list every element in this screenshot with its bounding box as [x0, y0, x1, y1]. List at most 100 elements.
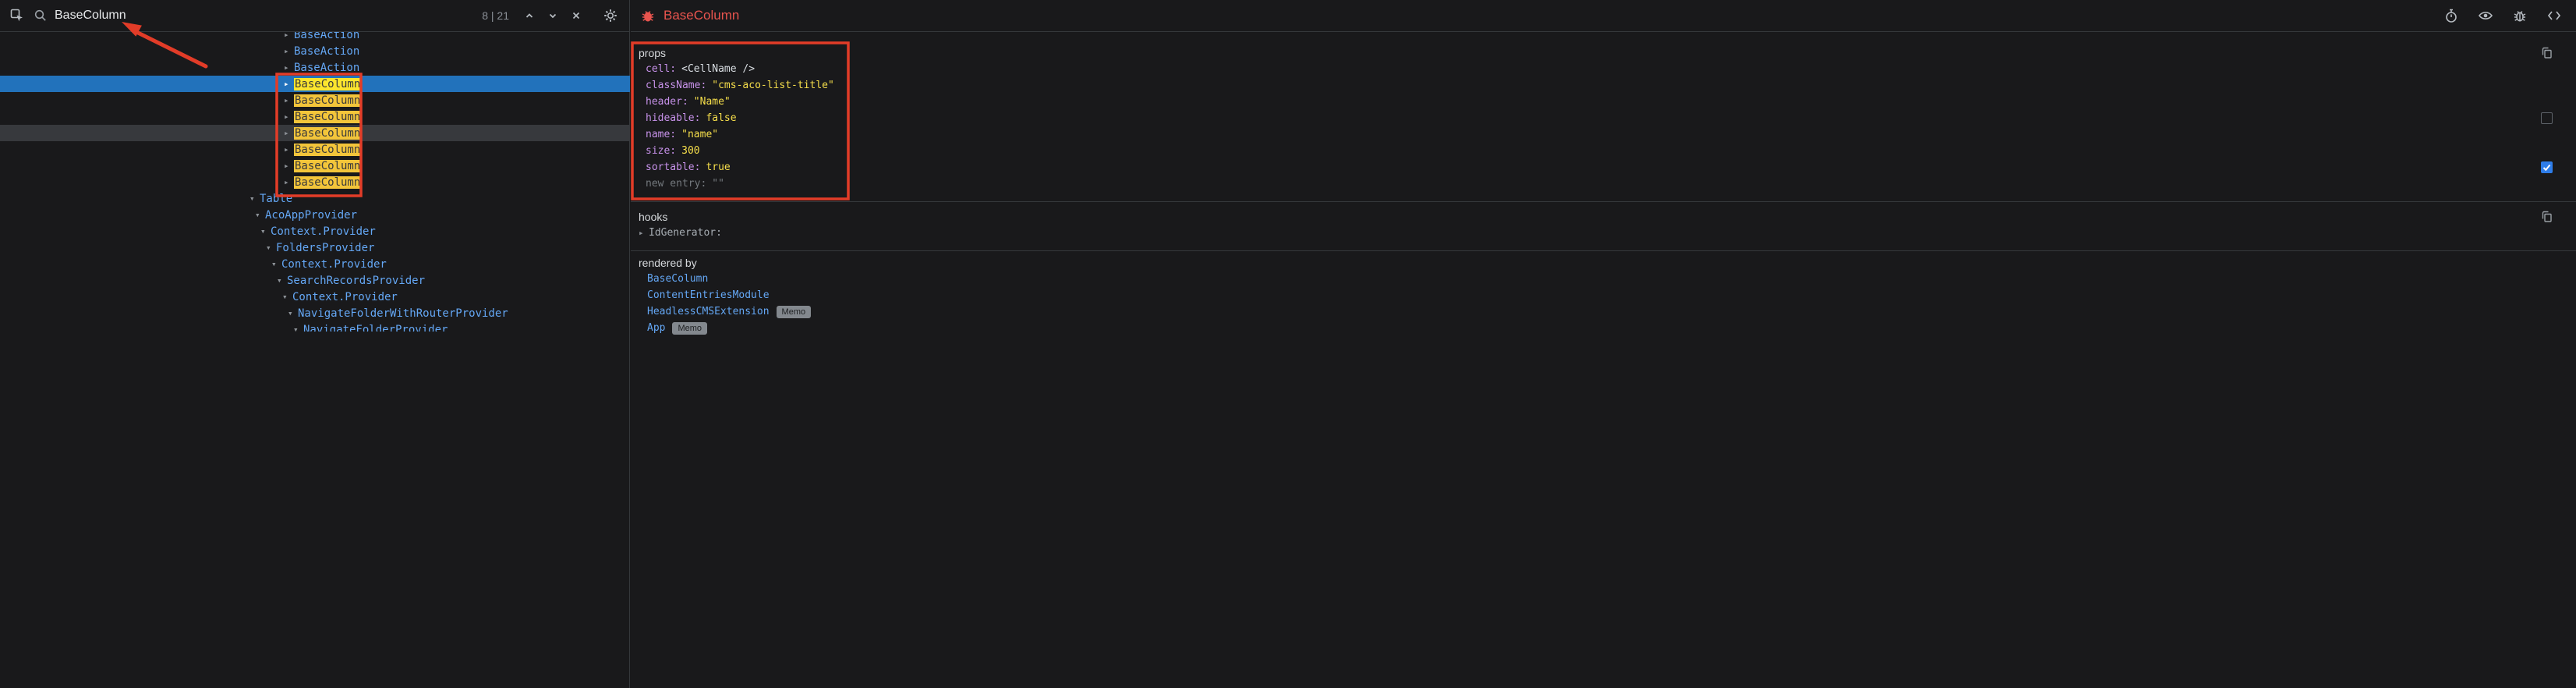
component-name: BaseColumn — [294, 78, 361, 90]
tree-row[interactable]: ▸ BaseAction — [0, 59, 630, 76]
expand-arrow-icon[interactable]: ▾ — [260, 227, 271, 236]
tree-row[interactable]: ▾ FoldersProvider — [0, 239, 630, 256]
tree-row[interactable]: ▸ BaseColumn — [0, 108, 630, 125]
tree-row-hovered[interactable]: ▸ BaseColumn — [0, 125, 630, 141]
copy-props-icon[interactable] — [2537, 44, 2556, 62]
prop-value[interactable]: "cms-aco-list-title" — [712, 80, 834, 91]
copy-hooks-icon[interactable] — [2537, 207, 2556, 226]
chevron-down-icon[interactable] — [543, 6, 562, 25]
prop-sortable-checkbox[interactable] — [2541, 161, 2553, 173]
profiler-timer-icon[interactable] — [2442, 6, 2461, 25]
search-input[interactable] — [55, 9, 472, 23]
inspect-dom-eye-icon[interactable] — [2476, 6, 2495, 25]
hook-name: IdGenerator: — [649, 227, 722, 239]
owner-name: HeadlessCMSExtension — [647, 306, 770, 317]
prop-value[interactable]: true — [706, 161, 730, 173]
hook-row[interactable]: ▸ IdGenerator: — [631, 225, 2576, 241]
collapse-arrow-icon[interactable]: ▸ — [284, 80, 294, 88]
component-tree: ▸ BaseAction ▸ BaseAction ▸ BaseAction ▸… — [0, 27, 630, 332]
tree-row[interactable]: ▸ BaseColumn — [0, 158, 630, 174]
inspect-element-icon[interactable] — [8, 6, 27, 25]
component-name: AcoAppProvider — [265, 209, 357, 222]
owner-name: ContentEntriesModule — [647, 289, 770, 301]
tree-row-selected[interactable]: ▸ BaseColumn — [0, 76, 630, 92]
component-name: BaseAction — [294, 62, 359, 74]
component-name: BaseColumn — [294, 127, 361, 140]
hooks-section-title: hooks — [639, 211, 667, 223]
prop-row[interactable]: cell: <CellName /> — [631, 61, 2576, 77]
rendered-by-item[interactable]: BaseColumn — [631, 271, 2576, 287]
prop-value[interactable]: "Name" — [694, 96, 731, 108]
collapse-arrow-icon[interactable]: ▸ — [284, 112, 294, 121]
component-name: BaseColumn — [294, 144, 361, 156]
tree-row[interactable]: ▸ BaseColumn — [0, 141, 630, 158]
prop-value[interactable]: false — [706, 112, 736, 124]
rendered-by-item[interactable]: App Memo — [631, 320, 2576, 336]
tree-row[interactable]: ▾ Context.Provider — [0, 256, 630, 272]
settings-gear-icon[interactable] — [601, 6, 620, 25]
owner-name: App — [647, 322, 665, 334]
rendered-by-section: rendered by BaseColumn ContentEntriesMod… — [631, 254, 2576, 336]
error-bug-icon — [639, 6, 657, 25]
prop-new-entry-row[interactable]: new entry:"" — [631, 176, 2576, 192]
collapse-arrow-icon[interactable]: ▸ — [284, 63, 294, 72]
expand-arrow-icon[interactable]: ▾ — [255, 211, 265, 219]
expand-arrow-icon[interactable]: ▾ — [271, 260, 281, 268]
component-name: SearchRecordsProvider — [287, 275, 425, 287]
component-tree-panel: ▸ BaseAction ▸ BaseAction ▸ BaseAction ▸… — [0, 0, 630, 688]
collapse-arrow-icon[interactable]: ▸ — [284, 96, 294, 105]
tree-row[interactable]: ▾ NavigateFolderProvider — [0, 321, 630, 332]
prop-row[interactable]: name:"name" — [631, 126, 2576, 143]
prop-row[interactable]: className:"cms-aco-list-title" — [631, 77, 2576, 94]
details-sections: props cell: <CellName /> className:"cms-a… — [631, 32, 2576, 336]
expand-arrow-icon[interactable]: ▾ — [249, 194, 260, 203]
tree-row[interactable]: ▾ Context.Provider — [0, 223, 630, 239]
tree-row[interactable]: ▾ Table — [0, 190, 630, 207]
view-source-icon[interactable] — [2545, 6, 2564, 25]
tree-row[interactable]: ▾ NavigateFolderWithRouterProvider — [0, 305, 630, 321]
chevron-up-icon[interactable] — [520, 6, 539, 25]
tree-row[interactable]: ▾ AcoAppProvider — [0, 207, 630, 223]
prop-row[interactable]: header: "Name" — [631, 94, 2576, 110]
prop-row[interactable]: sortable: true — [631, 159, 2576, 176]
tree-row[interactable]: ▾ Context.Provider — [0, 289, 630, 305]
prop-value[interactable]: 300 — [681, 145, 699, 157]
expand-arrow-icon[interactable]: ▾ — [266, 243, 276, 252]
collapse-arrow-icon[interactable]: ▸ — [284, 129, 294, 137]
component-name: FoldersProvider — [276, 242, 374, 254]
tree-row[interactable]: ▸ BaseAction — [0, 43, 630, 59]
expand-arrow-icon[interactable]: ▾ — [288, 309, 298, 317]
prop-row[interactable]: hideable:false — [631, 110, 2576, 126]
prop-value[interactable]: "name" — [681, 129, 718, 140]
debug-bug-icon[interactable] — [2511, 6, 2529, 25]
collapse-arrow-icon[interactable]: ▸ — [284, 47, 294, 55]
collapse-arrow-icon[interactable]: ▸ — [284, 145, 294, 154]
collapse-arrow-icon[interactable]: ▸ — [284, 178, 294, 186]
rendered-by-item[interactable]: ContentEntriesModule — [631, 287, 2576, 303]
prop-row[interactable]: size:300 — [631, 143, 2576, 159]
memo-badge: Memo — [672, 322, 707, 335]
prop-value[interactable]: "" — [712, 178, 724, 190]
rendered-by-item[interactable]: HeadlessCMSExtension Memo — [631, 303, 2576, 320]
expand-arrow-icon[interactable]: ▾ — [293, 325, 303, 332]
prop-hideable-checkbox[interactable] — [2541, 112, 2553, 124]
tree-row[interactable]: ▸ BaseColumn — [0, 92, 630, 108]
collapse-arrow-icon[interactable]: ▸ — [639, 229, 649, 237]
props-section-title: props — [639, 47, 666, 59]
react-devtools-components-panel: ▸ BaseAction ▸ BaseAction ▸ BaseAction ▸… — [0, 0, 2576, 688]
hooks-section: hooks ▸ IdGenerator: — [631, 208, 2576, 251]
collapse-arrow-icon[interactable]: ▸ — [284, 161, 294, 170]
tree-row[interactable]: ▸ BaseColumn — [0, 174, 630, 190]
prop-key: sortable: — [646, 161, 700, 173]
clear-search-icon[interactable] — [567, 6, 586, 25]
prop-key: cell: — [646, 63, 676, 75]
component-name: NavigateFolderProvider — [303, 324, 448, 332]
prop-value[interactable]: <CellName /> — [681, 63, 755, 75]
memo-badge: Memo — [777, 306, 812, 318]
expand-arrow-icon[interactable]: ▾ — [277, 276, 287, 285]
tree-row[interactable]: ▾ SearchRecordsProvider — [0, 272, 630, 289]
expand-arrow-icon[interactable]: ▾ — [282, 293, 292, 301]
prop-key: header: — [646, 96, 688, 108]
component-name: Context.Provider — [271, 225, 376, 238]
component-name: BaseColumn — [294, 111, 361, 123]
